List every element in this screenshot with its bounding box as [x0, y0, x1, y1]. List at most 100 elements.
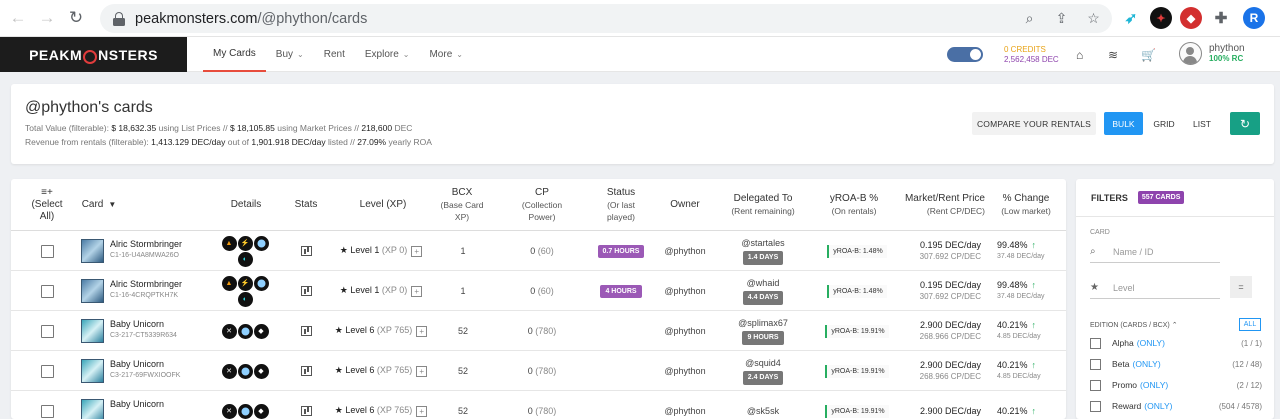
row-checkbox[interactable]: [39, 231, 55, 271]
all-editions-button[interactable]: ALL: [1239, 318, 1261, 331]
edition-only-link[interactable]: (ONLY): [1140, 380, 1168, 390]
owner-header[interactable]: Owner: [659, 179, 711, 231]
menu-explore[interactable]: Explore ⌄: [355, 37, 420, 72]
ability-icon[interactable]: ✕: [221, 323, 237, 339]
stats-button[interactable]: [298, 311, 314, 351]
view-list-button[interactable]: LIST: [1184, 112, 1220, 135]
edition-only-link[interactable]: (ONLY): [1144, 401, 1172, 411]
table-row[interactable]: Baby Unicorn C3-217-69FWXIOOFK ✕ ◆ ★ Leve…: [11, 351, 1066, 391]
ability-icon[interactable]: [237, 363, 253, 379]
bcx-header[interactable]: BCX (Base Card XP): [435, 179, 489, 231]
profile-avatar[interactable]: R: [1243, 7, 1265, 29]
ability-icon[interactable]: [253, 275, 269, 291]
view-grid-button[interactable]: GRID: [1144, 112, 1184, 135]
level-up-icon[interactable]: +: [416, 325, 428, 337]
compare-rentals-button[interactable]: COMPARE YOUR RENTALS: [972, 112, 1096, 135]
card-thumbnail[interactable]: [80, 351, 104, 391]
zoom-icon[interactable]: ⌕: [1021, 10, 1038, 27]
menu-buy[interactable]: Buy ⌄: [266, 37, 314, 72]
delegate-link[interactable]: @sk5sk: [747, 405, 779, 417]
ability-icon[interactable]: ◆: [253, 363, 269, 379]
level-up-icon[interactable]: +: [411, 245, 423, 257]
balance[interactable]: 0 CREDITS 2,562,458 DEC: [1004, 45, 1059, 65]
level-up-icon[interactable]: +: [411, 285, 423, 297]
ability-icon[interactable]: ◆: [253, 323, 269, 339]
ability-icon[interactable]: ◆: [253, 403, 269, 419]
ability-icon[interactable]: ◐: [237, 251, 253, 267]
edition-checkbox[interactable]: [1090, 379, 1101, 391]
url-text[interactable]: peakmonsters.com/@phython/cards: [135, 11, 367, 27]
star-icon[interactable]: ☆: [1085, 10, 1102, 27]
card-name[interactable]: Baby Unicorn: [110, 319, 177, 329]
ability-icon[interactable]: ✕: [221, 363, 237, 379]
edition-checkbox[interactable]: [1090, 400, 1101, 412]
refresh-button[interactable]: ↻: [1230, 112, 1260, 135]
row-checkbox[interactable]: [39, 271, 55, 311]
back-icon[interactable]: ←: [7, 7, 29, 29]
edition-filter-row[interactable]: Promo (ONLY) (2 / 12): [1090, 378, 1262, 392]
layers-icon[interactable]: ≋: [1108, 48, 1118, 62]
forward-icon[interactable]: →: [36, 7, 58, 29]
edition-checkbox[interactable]: [1090, 337, 1101, 349]
owner-link[interactable]: @phython: [659, 231, 711, 271]
owner-link[interactable]: @phython: [659, 351, 711, 391]
reload-icon[interactable]: ↻: [65, 7, 87, 29]
edition-filter-row[interactable]: Reward (ONLY) (504 / 4578): [1090, 399, 1262, 413]
owner-link[interactable]: @phython: [659, 271, 711, 311]
menu-my-cards[interactable]: My Cards: [203, 37, 266, 72]
ability-icon[interactable]: [237, 323, 253, 339]
status-header[interactable]: Status (Or last played): [596, 179, 646, 231]
price-header[interactable]: Market/Rent Price (Rent CP/DEC): [903, 179, 985, 231]
level-header[interactable]: Level (XP): [341, 179, 425, 231]
card-name[interactable]: Baby Unicorn: [110, 359, 180, 369]
card-name[interactable]: Alric Stormbringer: [110, 239, 182, 249]
theme-toggle[interactable]: [947, 47, 983, 62]
table-row[interactable]: Alric Stormbringer C1-16-4CRQPTKH7K ▲ ⚡ ◐ …: [11, 271, 1066, 311]
card-thumbnail[interactable]: [80, 231, 104, 271]
ability-icon[interactable]: ▲: [221, 275, 237, 291]
stats-button[interactable]: [298, 231, 314, 271]
edition-label[interactable]: EDITION (CARDS / BCX) ⌃: [1090, 321, 1178, 329]
menu-more[interactable]: More ⌄: [419, 37, 473, 72]
edition-filter-row[interactable]: Alpha (ONLY) (1 / 1): [1090, 336, 1262, 350]
level-up-icon[interactable]: +: [416, 365, 428, 377]
table-row[interactable]: Baby Unicorn C3-217-CT5339R634 ✕ ◆ ★ Leve…: [11, 311, 1066, 351]
card-name[interactable]: Baby Unicorn: [110, 399, 164, 409]
extension-splinterlands-icon[interactable]: ✦: [1150, 7, 1172, 29]
ability-icon[interactable]: [237, 403, 253, 419]
table-row[interactable]: Alric Stormbringer C1-16-U4A8MWA26O ▲ ⚡ ◐ …: [11, 231, 1066, 271]
row-checkbox[interactable]: [39, 351, 55, 391]
edition-only-link[interactable]: (ONLY): [1133, 359, 1161, 369]
ability-icon[interactable]: ▲: [221, 235, 237, 251]
edition-only-link[interactable]: (ONLY): [1137, 338, 1165, 348]
ability-icon[interactable]: ◐: [237, 291, 253, 307]
select-all-header[interactable]: ≡+ (Select All): [27, 179, 67, 231]
change-header[interactable]: % Change (Low market): [991, 179, 1061, 231]
view-bulk-button[interactable]: BULK: [1104, 112, 1143, 135]
level-operator-button[interactable]: =: [1230, 276, 1252, 298]
row-checkbox[interactable]: [39, 311, 55, 351]
delegate-link[interactable]: @splimax67: [738, 317, 788, 329]
delegate-link[interactable]: @whaid: [747, 277, 780, 289]
owner-link[interactable]: @phython: [659, 311, 711, 351]
ability-icon[interactable]: ⚡: [237, 235, 253, 251]
card-header[interactable]: Card ▼: [77, 179, 121, 231]
extensions-puzzle-icon[interactable]: ✚: [1210, 7, 1232, 29]
card-name[interactable]: Alric Stormbringer: [110, 279, 182, 289]
address-bar[interactable]: peakmonsters.com/@phython/cards ⌕ ⇪ ☆: [100, 4, 1112, 33]
delegate-link[interactable]: @squid4: [745, 357, 781, 369]
ability-icon[interactable]: ✕: [221, 403, 237, 419]
cp-header[interactable]: CP (Collection Power): [511, 179, 573, 231]
ability-icon[interactable]: [253, 235, 269, 251]
edition-checkbox[interactable]: [1090, 358, 1101, 370]
stats-button[interactable]: [298, 271, 314, 311]
extension-shield-icon[interactable]: ◆: [1180, 7, 1202, 29]
user-menu[interactable]: phython 100% RC: [1179, 42, 1245, 65]
level-input[interactable]: ★ Level: [1090, 277, 1220, 299]
stats-button[interactable]: [298, 351, 314, 391]
card-thumbnail[interactable]: [80, 311, 104, 351]
cart-icon[interactable]: 🛒: [1141, 48, 1156, 62]
edition-filter-row[interactable]: Beta (ONLY) (12 / 48): [1090, 357, 1262, 371]
delegate-link[interactable]: @startales: [741, 237, 784, 249]
card-thumbnail[interactable]: [80, 271, 104, 311]
